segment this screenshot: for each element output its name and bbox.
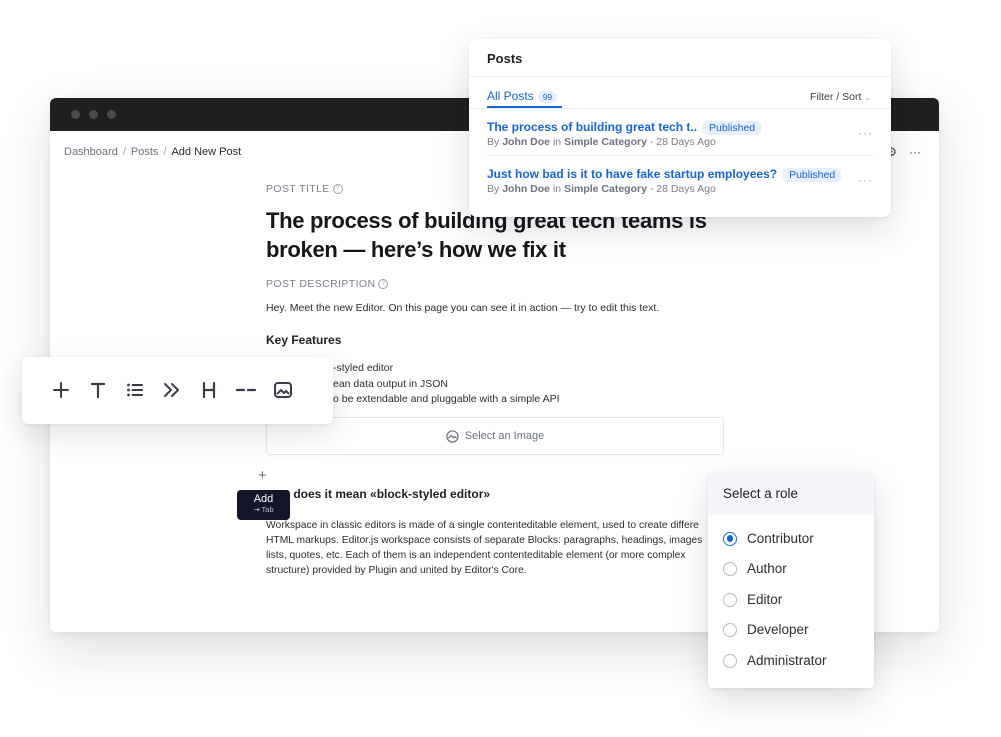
- radio-button[interactable]: [723, 653, 737, 668]
- radio-button[interactable]: [723, 531, 737, 546]
- section-heading[interactable]: t does it mean «block-styled editor»: [286, 487, 490, 501]
- delimiter-icon[interactable]: [235, 379, 257, 401]
- role-option-developer[interactable]: Developer: [723, 622, 809, 637]
- divider: [487, 155, 873, 156]
- role-select-panel: Select a role Contributor Author Editor …: [708, 473, 874, 688]
- feature-item[interactable]: o be extendable and pluggable with a sim…: [333, 393, 560, 405]
- post-more-icon[interactable]: ···: [858, 126, 873, 140]
- post-title-label: POST TITLE?: [266, 183, 343, 195]
- role-option-label: Developer: [747, 622, 809, 637]
- window-dot-minimize[interactable]: [89, 110, 98, 119]
- select-image-button[interactable]: Select an Image: [266, 417, 724, 455]
- post-title-text[interactable]: Just how bad is it to have fake startup …: [487, 167, 777, 181]
- post-description[interactable]: Hey. Meet the new Editor. On this page y…: [266, 302, 659, 314]
- post-meta-in: in: [552, 183, 562, 195]
- paragraph-block[interactable]: Workspace in classic editors is made of …: [266, 518, 714, 578]
- filter-sort-label: Filter / Sort: [810, 91, 862, 103]
- post-meta-in: in: [552, 136, 562, 148]
- breadcrumb-current: Add New Post: [171, 146, 242, 158]
- select-image-label: Select an Image: [464, 430, 545, 442]
- list-icon[interactable]: [124, 379, 146, 401]
- post-description-label: POST DESCRIPTION?: [266, 278, 389, 290]
- role-option-label: Editor: [747, 592, 783, 607]
- radio-button[interactable]: [723, 592, 737, 607]
- plus-icon[interactable]: [50, 379, 72, 401]
- tab-all-posts[interactable]: All Posts 99: [487, 89, 558, 103]
- chevron-down-icon: ⌄: [864, 93, 871, 102]
- breadcrumb-separator: /: [163, 146, 167, 158]
- breadcrumb-dashboard[interactable]: Dashboard: [64, 146, 118, 158]
- role-panel-title: Select a role: [708, 473, 874, 515]
- posts-panel-title: Posts: [487, 51, 523, 66]
- breadcrumb-posts[interactable]: Posts: [131, 146, 159, 158]
- divider: [469, 76, 891, 77]
- window-dot-close[interactable]: [71, 110, 80, 119]
- role-option-administrator[interactable]: Administrator: [723, 653, 827, 668]
- quote-icon[interactable]: [161, 379, 183, 401]
- post-meta: By John Doe in Simple Category - 28 Days…: [487, 136, 716, 148]
- post-category[interactable]: Simple Category: [564, 136, 647, 148]
- post-title-link[interactable]: The process of building great tech t.. Pu…: [487, 120, 762, 135]
- post-more-icon[interactable]: ···: [858, 173, 873, 187]
- add-block-plus-icon[interactable]: +: [258, 467, 267, 484]
- post-meta: By John Doe in Simple Category - 28 Days…: [487, 183, 716, 195]
- role-option-label: Author: [747, 561, 787, 576]
- radio-button[interactable]: [723, 622, 737, 637]
- help-icon[interactable]: ?: [378, 279, 389, 290]
- post-description-label-text: POST DESCRIPTION: [266, 278, 376, 290]
- role-option-editor[interactable]: Editor: [723, 592, 782, 607]
- post-title-text[interactable]: The process of building great tech t..: [487, 120, 697, 134]
- post-author[interactable]: John Doe: [502, 136, 550, 148]
- post-title-link[interactable]: Just how bad is it to have fake startup …: [487, 167, 842, 182]
- status-badge: Published: [783, 168, 842, 182]
- role-option-label: Contributor: [747, 531, 814, 546]
- key-features-heading[interactable]: Key Features: [266, 333, 341, 347]
- add-tooltip: Add ⇥ Tab: [237, 490, 290, 520]
- filter-sort-button[interactable]: Filter / Sort ⌄: [810, 91, 871, 103]
- posts-count-badge: 99: [537, 90, 558, 103]
- tooltip-label: Add: [253, 493, 274, 505]
- status-badge: Published: [703, 121, 762, 135]
- divider: [469, 108, 891, 109]
- post-meta-by: By: [487, 136, 500, 148]
- feature-item[interactable]: -styled editor: [333, 362, 393, 374]
- feature-item[interactable]: ean data output in JSON: [333, 378, 448, 390]
- help-icon[interactable]: ?: [332, 184, 343, 195]
- block-toolbar: [22, 357, 333, 424]
- radio-button[interactable]: [723, 561, 737, 576]
- tooltip-shortcut: ⇥ Tab: [253, 505, 274, 514]
- tab-all-posts-label: All Posts: [487, 89, 534, 103]
- role-option-contributor[interactable]: Contributor: [723, 531, 814, 546]
- role-option-label: Administrator: [747, 653, 827, 668]
- image-icon[interactable]: [272, 379, 294, 401]
- post-meta-by: By: [487, 183, 500, 195]
- post-title-label-text: POST TITLE: [266, 183, 330, 195]
- breadcrumb: Dashboard / Posts / Add New Post: [64, 146, 241, 158]
- posts-panel: Posts All Posts 99 Filter / Sort ⌄ The pr…: [469, 39, 891, 217]
- heading-icon[interactable]: [198, 379, 220, 401]
- more-icon[interactable]: ···: [909, 145, 921, 159]
- post-time: - 28 Days Ago: [649, 136, 716, 148]
- post-time: - 28 Days Ago: [649, 183, 716, 195]
- window-dot-maximize[interactable]: [107, 110, 116, 119]
- text-icon[interactable]: [87, 379, 109, 401]
- image-icon: [446, 429, 459, 443]
- post-category[interactable]: Simple Category: [564, 183, 647, 195]
- role-option-author[interactable]: Author: [723, 561, 787, 576]
- post-author[interactable]: John Doe: [502, 183, 550, 195]
- breadcrumb-separator: /: [122, 146, 126, 158]
